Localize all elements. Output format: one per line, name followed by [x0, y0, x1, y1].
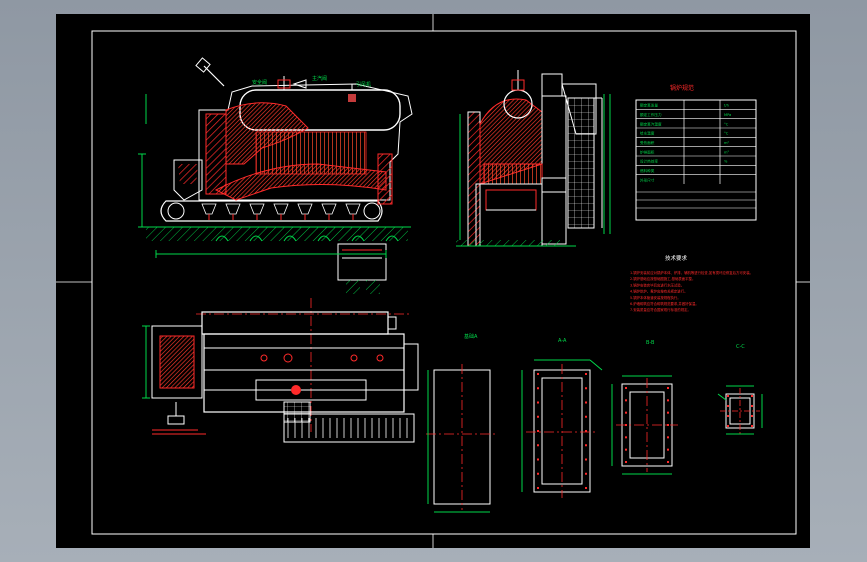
cad-viewport[interactable]: 安全阀 主汽阀 引风机 锅炉规范 额定蒸发量 t/h 额定工作压力 MPa 额定…: [0, 0, 867, 562]
technical-notes[interactable]: 技术要求 1.锅炉安装前应对锅炉本体、炉排、辅机等进行检查,如有损坏应修复后方可…: [630, 254, 753, 312]
table-unit-cell: MPa: [724, 113, 731, 117]
drawing-canvas[interactable]: 安全阀 主汽阀 引风机 锅炉规范 额定蒸发量 t/h 额定工作压力 MPa 额定…: [56, 14, 810, 548]
table-param-cell: 燃料种类: [640, 168, 655, 173]
spec-table-title: 锅炉规范: [670, 84, 694, 92]
spec-table[interactable]: 锅炉规范 额定蒸发量 t/h 额定工作压力 MPa 额定蒸汽温度 °C 给水温度 °C 受热面积…: [635, 84, 757, 221]
note-line: 5.锅炉本体管道安装按规程执行。: [630, 295, 681, 300]
note-line: 7.安装质量应符合国家现行标准的规定。: [630, 307, 691, 312]
side-elevation-view[interactable]: 安全阀 主汽阀 引风机: [138, 57, 413, 294]
label-foundation-a: 基础A: [464, 333, 478, 340]
table-param-cell: 受热面积: [640, 140, 655, 145]
table-param-cell: 额定蒸汽温度: [640, 121, 662, 126]
callout-main-valve: 主汽阀: [312, 75, 327, 82]
table-param-cell: 设计热效率: [640, 159, 658, 164]
table-unit-cell: m²: [724, 150, 730, 154]
label-section-bb: B-B: [646, 340, 655, 346]
label-section-aa: A-A: [558, 338, 567, 344]
table-unit-cell: %: [724, 160, 728, 164]
detail-views[interactable]: 基础A A-A B-B C-C: [426, 333, 763, 513]
note-line: 3.锅炉安装完毕后应进行水压试验。: [630, 282, 684, 287]
note-line: 1.锅炉安装前应对锅炉本体、炉排、辅机等进行检查,如有损坏应修复后方可安装。: [630, 270, 753, 275]
table-param-cell: 额定工作压力: [640, 112, 662, 117]
table-unit-cell: °C: [724, 122, 729, 126]
table-param-cell: 外形尺寸: [640, 177, 655, 182]
table-param-cell: 炉排面积: [640, 149, 655, 154]
table-param-cell: 给水温度: [640, 131, 655, 136]
table-param-cell: 额定蒸发量: [640, 103, 658, 108]
note-line: 4.锅炉烘炉、煮炉应按有关规定进行。: [630, 289, 687, 294]
notes-title: 技术要求: [665, 254, 688, 262]
label-section-cc: C-C: [736, 344, 745, 350]
front-section-view[interactable]: [456, 70, 611, 247]
table-unit-cell: t/h: [724, 104, 729, 108]
cad-drawing-svg[interactable]: 安全阀 主汽阀 引风机 锅炉规范 额定蒸发量 t/h额定工作压力 MPa额定蒸汽…: [56, 14, 810, 548]
table-unit-cell: m²: [724, 141, 730, 145]
drawing-frame: [56, 14, 810, 548]
plan-view[interactable]: [142, 298, 419, 443]
callout-fan: 引风机: [356, 81, 371, 88]
note-line: 6.炉墙砌筑应符合砌筑规范要求,并做好保温。: [630, 301, 699, 306]
callout-safety-valve: 安全阀: [252, 79, 267, 86]
table-unit-cell: °C: [724, 132, 729, 136]
note-line: 2.锅炉基础应按基础图施工,基础表面平整。: [630, 276, 695, 281]
